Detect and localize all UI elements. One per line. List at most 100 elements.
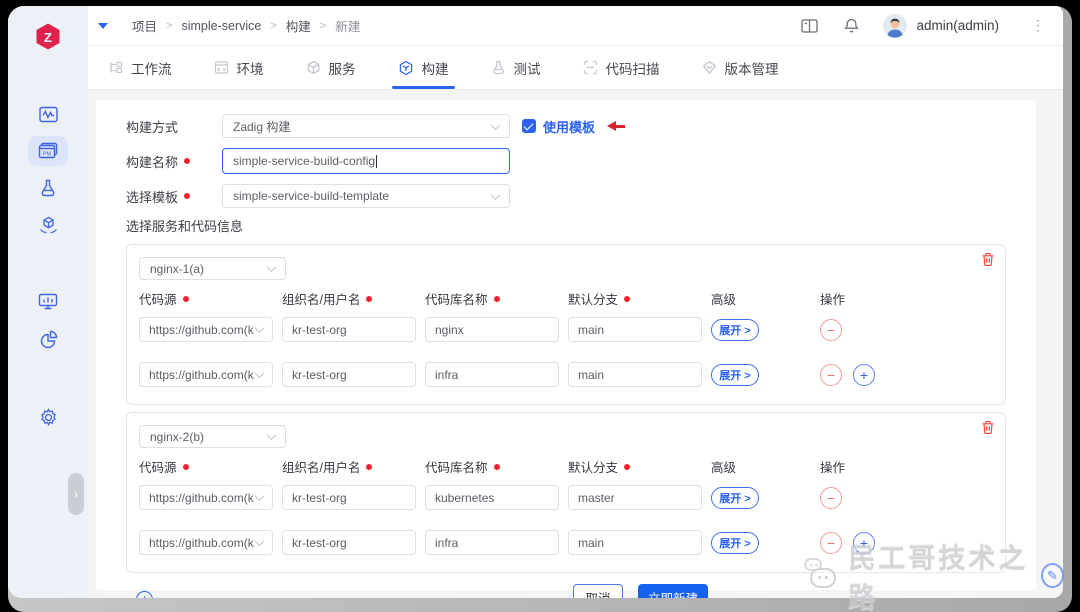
- build-name-input[interactable]: simple-service-build-config: [222, 148, 510, 174]
- service-icon: [306, 60, 321, 75]
- repo-input[interactable]: infra: [425, 530, 559, 555]
- org-input[interactable]: kr-test-org: [282, 317, 416, 342]
- tab-code-scan[interactable]: 代码扫描: [583, 46, 660, 89]
- tab-label: 构建: [422, 58, 449, 78]
- projects-icon[interactable]: PM: [28, 136, 68, 166]
- sidebar: Z PM ›: [8, 6, 88, 598]
- tab-label: 环境: [237, 58, 264, 78]
- col-source: 代码源: [139, 457, 282, 476]
- delete-card-icon[interactable]: [981, 252, 995, 267]
- expand-advanced-button[interactable]: 展开 >: [711, 364, 759, 386]
- expand-advanced-button[interactable]: 展开 >: [711, 532, 759, 554]
- source-select[interactable]: https://github.com(k: [139, 362, 273, 387]
- repo-input[interactable]: kubernetes: [425, 485, 559, 510]
- col-org: 组织名/用户名: [282, 289, 425, 308]
- template-label: 选择模板: [126, 187, 222, 206]
- breadcrumb-item-project-name[interactable]: simple-service: [181, 19, 261, 33]
- sidebar-menu: PM: [28, 99, 68, 439]
- add-service-button[interactable]: +: [136, 591, 153, 599]
- delivery-icon[interactable]: [28, 210, 68, 240]
- expand-advanced-button[interactable]: 展开 >: [711, 319, 759, 341]
- repo-input[interactable]: infra: [425, 362, 559, 387]
- bell-icon[interactable]: [844, 18, 859, 34]
- avatar[interactable]: [883, 14, 907, 38]
- remove-row-button[interactable]: −: [820, 532, 842, 554]
- col-ops: 操作: [820, 457, 993, 476]
- insight-icon[interactable]: [28, 99, 68, 129]
- org-input[interactable]: kr-test-org: [282, 485, 416, 510]
- delete-card-icon[interactable]: [981, 420, 995, 435]
- col-branch: 默认分支: [568, 289, 711, 308]
- required-dot: [184, 158, 190, 164]
- svg-text:Z: Z: [44, 30, 52, 45]
- repo-row: https://github.com(k kr-test-org nginx m…: [139, 317, 993, 342]
- create-now-button[interactable]: 立即新建: [638, 584, 708, 598]
- action-buttons: 取消 立即新建: [573, 584, 708, 598]
- build-form-panel: 构建方式 Zadig 构建 使用模板 构建名称 simple-service-b…: [96, 100, 1036, 590]
- report-icon[interactable]: [28, 324, 68, 354]
- environment-icon: [214, 60, 229, 75]
- breadcrumb-item-build[interactable]: 构建: [286, 16, 311, 35]
- tab-services[interactable]: 服务: [306, 46, 356, 89]
- service-name: nginx-2(b): [150, 430, 204, 444]
- service-select[interactable]: nginx-2(b): [139, 425, 286, 448]
- service-card-nginx-2: nginx-2(b) 代码源 组织名/用户名 代码库名称 默认分支 高级 操作 …: [126, 412, 1006, 573]
- more-menu-icon[interactable]: ⋮: [1031, 17, 1045, 34]
- zadig-logo[interactable]: Z: [34, 22, 62, 52]
- svg-text:PM: PM: [43, 152, 52, 158]
- col-org: 组织名/用户名: [282, 457, 425, 476]
- use-template-checkbox[interactable]: [522, 119, 536, 133]
- breadcrumb: 项目 > simple-service > 构建 > 新建: [132, 16, 360, 35]
- remove-row-button[interactable]: −: [820, 319, 842, 341]
- source-select[interactable]: https://github.com(k: [139, 485, 273, 510]
- tab-version-management[interactable]: 版本管理: [702, 46, 779, 89]
- tab-workflows[interactable]: 工作流: [108, 46, 172, 89]
- tab-builds[interactable]: 构建: [398, 46, 449, 89]
- repo-input[interactable]: nginx: [425, 317, 559, 342]
- expand-advanced-button[interactable]: 展开 >: [711, 487, 759, 509]
- use-template-checkbox-group[interactable]: 使用模板: [522, 117, 595, 136]
- tab-bar: 工作流 环境 服务 构建 测试 代码扫描: [88, 46, 1063, 90]
- tab-label: 测试: [514, 58, 541, 78]
- version-icon: [702, 60, 717, 75]
- source-select[interactable]: https://github.com(k: [139, 317, 273, 342]
- remove-row-button[interactable]: −: [820, 364, 842, 386]
- breadcrumb-separator: >: [166, 20, 172, 32]
- user-name[interactable]: admin(admin): [916, 18, 999, 33]
- branch-input[interactable]: main: [568, 362, 702, 387]
- template-value: simple-service-build-template: [233, 189, 389, 203]
- repo-row: https://github.com(k kr-test-org kuberne…: [139, 485, 993, 510]
- source-select[interactable]: https://github.com(k: [139, 530, 273, 555]
- docs-icon[interactable]: [801, 19, 818, 33]
- tab-environments[interactable]: 环境: [214, 46, 264, 89]
- sidebar-collapse-handle[interactable]: ›: [68, 473, 84, 515]
- org-input[interactable]: kr-test-org: [282, 530, 416, 555]
- add-row-button[interactable]: +: [853, 532, 875, 554]
- dashboard-icon[interactable]: [28, 287, 68, 317]
- service-select[interactable]: nginx-1(a): [139, 257, 286, 280]
- template-row: 选择模板 simple-service-build-template: [126, 184, 1006, 208]
- template-select[interactable]: simple-service-build-template: [222, 184, 510, 208]
- chevron-down-icon: [491, 190, 501, 200]
- org-input[interactable]: kr-test-org: [282, 362, 416, 387]
- service-section-title: 选择服务和代码信息: [126, 216, 1006, 235]
- build-method-row: 构建方式 Zadig 构建 使用模板: [126, 114, 1006, 138]
- tab-tests[interactable]: 测试: [491, 46, 541, 89]
- branch-input[interactable]: main: [568, 530, 702, 555]
- build-method-label: 构建方式: [126, 117, 222, 136]
- text-cursor: [376, 155, 377, 168]
- add-row-button[interactable]: +: [853, 364, 875, 386]
- branch-input[interactable]: main: [568, 317, 702, 342]
- settings-icon[interactable]: [28, 402, 68, 432]
- project-switch-caret-icon[interactable]: [98, 23, 108, 29]
- breadcrumb-item-projects[interactable]: 项目: [132, 16, 157, 35]
- service-card-nginx-1: nginx-1(a) 代码源 组织名/用户名 代码库名称 默认分支 高级 操作 …: [126, 244, 1006, 405]
- build-method-select[interactable]: Zadig 构建: [222, 114, 510, 138]
- cancel-button[interactable]: 取消: [573, 584, 623, 598]
- use-template-label: 使用模板: [543, 117, 595, 136]
- col-source: 代码源: [139, 289, 282, 308]
- lab-icon[interactable]: [28, 173, 68, 203]
- branch-input[interactable]: master: [568, 485, 702, 510]
- required-dot: [184, 193, 190, 199]
- remove-row-button[interactable]: −: [820, 487, 842, 509]
